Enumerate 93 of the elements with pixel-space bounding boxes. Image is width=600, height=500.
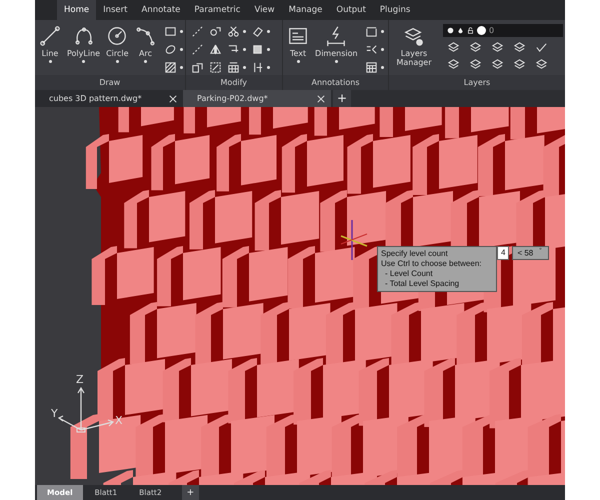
table-icon[interactable]: [364, 60, 378, 74]
panel-title: Annotations: [283, 75, 388, 90]
line-icon: [39, 25, 61, 47]
tooltip-line: - Level Count: [384, 269, 434, 279]
hatch-icon[interactable]: [164, 60, 177, 74]
dropdown-dot-icon: [266, 66, 270, 68]
text-arrow-icon[interactable]: [364, 42, 378, 56]
text-icon: [287, 25, 310, 47]
ribbon-tab[interactable]: Annotate: [134, 0, 188, 20]
dropdown-dot-icon: [380, 66, 384, 68]
ribbon-tab[interactable]: Parametric: [187, 0, 248, 20]
ribbon-tab[interactable]: Output: [329, 0, 373, 20]
close-icon[interactable]: [317, 94, 325, 102]
ellipse-icon[interactable]: [164, 42, 177, 56]
panel-title: Draw: [35, 75, 185, 90]
polyline-icon: [72, 25, 95, 47]
copy-icon[interactable]: [190, 60, 204, 74]
scale-icon[interactable]: [208, 60, 222, 74]
ribbon-tool-button[interactable]: Layers Manager: [391, 24, 437, 68]
layer-icon[interactable]: [513, 41, 526, 54]
ribbon-tool-button[interactable]: Text: [285, 24, 312, 64]
layer-dropdown[interactable]: 0: [443, 24, 563, 37]
tooltip-line: Specify level count: [381, 249, 449, 259]
axis-label: Z: [76, 374, 84, 385]
corner-icon[interactable]: [226, 42, 240, 56]
check-icon[interactable]: [535, 41, 548, 54]
dropdown-dot-icon: [116, 60, 119, 63]
circle-icon: [106, 25, 128, 47]
ribbon-tab[interactable]: View: [247, 0, 282, 20]
crosshair-cursor-icon: [339, 220, 369, 260]
dropdown-dot-icon: [180, 66, 183, 68]
axis-label: Y: [51, 408, 58, 419]
dropdown-dot-icon: [242, 66, 246, 68]
layer-icon[interactable]: [535, 58, 548, 71]
color-swatch-icon: [477, 26, 486, 35]
layer-icon[interactable]: [469, 58, 482, 71]
layers-icon: [403, 25, 425, 47]
ribbon-tool-button[interactable]: Dimension: [313, 24, 360, 64]
tooltip-line: Use Ctrl to choose between:: [381, 259, 482, 269]
layer-icon[interactable]: [447, 58, 460, 71]
dropdown-dot-icon: [242, 30, 246, 32]
tooltip-line: - Total Level Spacing: [384, 279, 460, 289]
bulb-icon: [447, 27, 454, 34]
axis-label: X: [115, 415, 123, 426]
document-tab-label[interactable]: cubes 3D pattern.dwg*: [49, 94, 142, 103]
dropdown-dot-icon: [334, 60, 338, 63]
dropdown-dot-icon: [180, 48, 183, 50]
ribbon-tool-button[interactable]: PolyLine: [65, 24, 102, 64]
dropdown-dot-icon: [144, 60, 148, 63]
dropdown-dot-icon: [180, 30, 183, 32]
bracket-icon[interactable]: [364, 24, 378, 38]
document-tab[interactable]: Parking-P02.dwg*: [183, 90, 331, 107]
dropdown-dot-icon: [82, 60, 86, 63]
dropdown-dot-icon: [242, 48, 246, 50]
lock-icon: [467, 27, 474, 34]
add-layout-button[interactable]: +: [182, 485, 200, 500]
square-icon[interactable]: [250, 42, 264, 56]
angle-input-field[interactable]: < 58 $^{°}$: [512, 246, 550, 260]
dropdown-dot-icon: [266, 30, 270, 32]
dropdown-dot-icon: [380, 48, 384, 50]
dropdown-dot-icon: [266, 48, 270, 50]
move-icon[interactable]: [208, 24, 222, 38]
rectangle-icon[interactable]: [164, 24, 177, 38]
dropdown-dot-icon: [296, 60, 300, 63]
layer-icon[interactable]: [491, 58, 504, 71]
ribbon-tab[interactable]: Home: [57, 0, 96, 20]
value-input-field[interactable]: 4: [497, 246, 510, 260]
panel-title: Layers: [389, 75, 565, 90]
arc-icon: [134, 25, 157, 47]
ribbon-tool-button[interactable]: Circle: [104, 24, 131, 64]
ribbon-tab[interactable]: Plugins: [372, 0, 418, 20]
layer-icon[interactable]: [513, 58, 526, 71]
scissors-icon[interactable]: [226, 24, 240, 38]
new-tab-button[interactable]: +: [333, 90, 352, 107]
ribbon-tool-button[interactable]: Arc: [132, 24, 159, 64]
dimension-icon: [325, 25, 348, 47]
dashed-line-icon[interactable]: [190, 24, 204, 38]
ribbon-tab[interactable]: Manage: [282, 0, 330, 20]
dropdown-dot-icon: [48, 60, 52, 63]
ribbon-tool-button[interactable]: Line: [37, 24, 63, 64]
layer-icon[interactable]: [469, 41, 482, 54]
layer-icon[interactable]: [491, 41, 504, 54]
mirror-icon[interactable]: [208, 42, 222, 56]
dropdown-dot-icon: [380, 30, 384, 32]
eraser-icon[interactable]: [250, 24, 264, 38]
ribbon-tab[interactable]: Insert: [96, 0, 134, 20]
array-icon[interactable]: [226, 60, 240, 74]
panel-title: Modify: [186, 75, 282, 90]
document-tab-label[interactable]: Parking-P02.dwg*: [197, 94, 268, 103]
close-icon[interactable]: [169, 94, 177, 102]
layer-icon[interactable]: [447, 41, 460, 54]
drop-icon: [457, 27, 464, 34]
dashed-line-icon[interactable]: [190, 42, 204, 56]
